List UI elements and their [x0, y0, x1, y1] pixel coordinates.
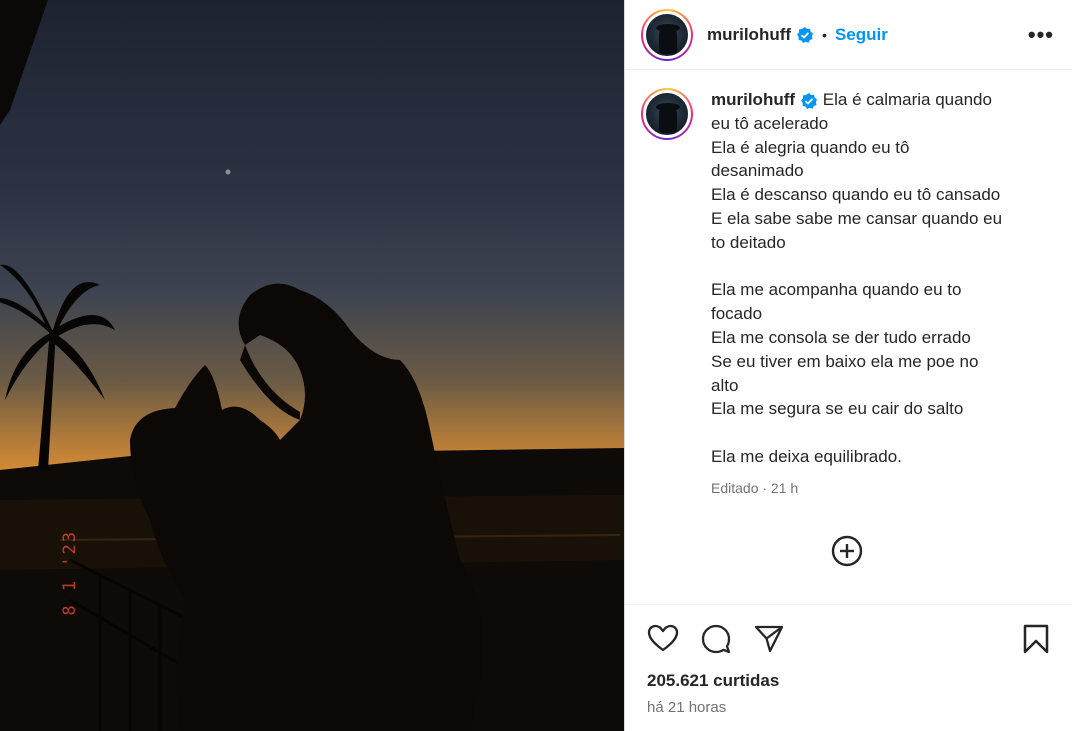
caption-line: Ela me acompanha quando eu to [711, 280, 962, 300]
caption-line: Ela é descanso quando eu tô cansado [711, 185, 1001, 205]
caption-line [711, 421, 1031, 445]
photo-silhouette-art [0, 0, 624, 731]
more-options-button[interactable]: ••• [1028, 23, 1054, 45]
caption-body: murilohuff Ela é calmaria quando eu tô a… [711, 88, 1031, 501]
send-icon[interactable] [753, 623, 785, 655]
caption-line: Se eu tiver em baixo ela me poe no [711, 351, 979, 371]
caption-line [711, 255, 1031, 279]
heart-icon[interactable] [647, 623, 679, 655]
caption-author-avatar[interactable] [641, 88, 693, 140]
action-bar: 205.621 curtidas há 21 horas [625, 604, 1072, 731]
separator-dot: • [822, 26, 827, 43]
caption-line: Ela é alegria quando eu tô [711, 137, 910, 157]
verified-badge-icon [800, 92, 818, 110]
verified-badge-icon [796, 26, 814, 44]
follow-button[interactable]: Seguir [835, 25, 888, 45]
caption-line: Ela me deixa equilibrado. [711, 446, 902, 466]
likes-count[interactable]: 205.621 curtidas [625, 655, 1072, 691]
caption-line: desanimado [711, 161, 804, 181]
caption-line: eu tô acelerado [711, 113, 829, 133]
caption-line: alto [711, 375, 739, 395]
post-detail-panel: murilohuff • Seguir ••• murilohuff Ela é… [624, 0, 1072, 731]
add-circle-icon[interactable] [830, 534, 864, 568]
post-photo[interactable]: 8 1 '23 [0, 0, 624, 731]
caption-line: E ela sabe sabe me cansar quando eu [711, 208, 1003, 228]
caption-meta: Editado · 21 h [711, 479, 799, 496]
post-timestamp[interactable]: há 21 horas [625, 691, 1072, 716]
caption-line: Ela é calmaria quando [822, 90, 992, 109]
caption-line: to deitado [711, 232, 786, 252]
date-stamp: 8 1 '23 [60, 530, 80, 616]
author-avatar[interactable] [641, 8, 693, 61]
caption: murilohuff Ela é calmaria quando eu tô a… [625, 70, 1072, 501]
post-header: murilohuff • Seguir ••• [625, 0, 1072, 70]
bookmark-icon[interactable] [1020, 623, 1052, 655]
caption-line: focado [711, 304, 763, 324]
caption-line: Ela me consola se der tudo errado [711, 327, 971, 347]
author-username[interactable]: murilohuff [707, 25, 791, 45]
caption-line: Ela me segura se eu cair do salto [711, 399, 964, 419]
caption-username[interactable]: murilohuff [711, 90, 795, 109]
comment-icon[interactable] [700, 623, 732, 655]
